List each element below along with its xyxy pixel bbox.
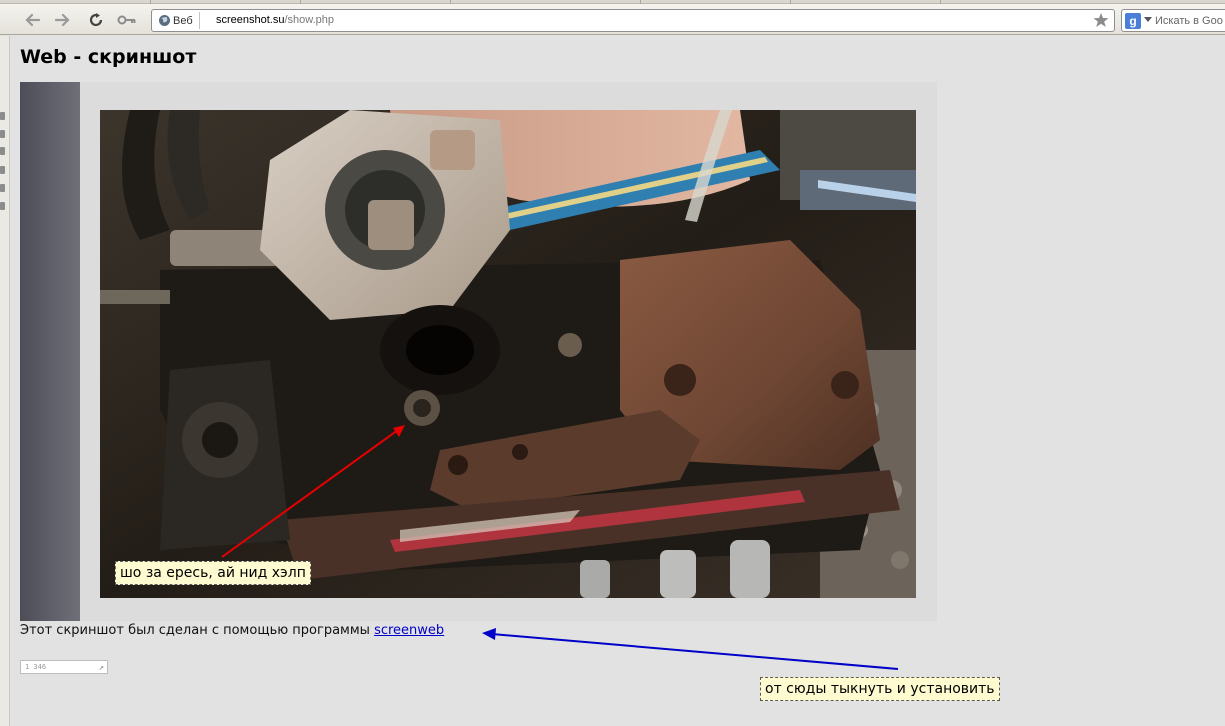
url-text[interactable]: screenshot.su/show.php: [216, 14, 334, 26]
screenshot-frame: [20, 82, 937, 621]
url-path: /show.php: [284, 14, 335, 26]
credit-line: Этот скриншот был сделан с помощью прогр…: [20, 623, 444, 638]
sidebar-icon[interactable]: [0, 147, 5, 155]
sidebar-edge: [0, 36, 10, 726]
photo-callout-label: шо за ересь, ай нид хэлп: [115, 561, 311, 585]
counter-value: 1 346: [25, 663, 47, 671]
reload-icon: [89, 13, 103, 27]
counter-arrow-icon: ↗: [98, 663, 104, 673]
back-arrow-icon: [25, 13, 40, 27]
search-placeholder: Искать в Goo: [1155, 15, 1223, 27]
visit-counter[interactable]: 1 346 ↗: [20, 660, 108, 674]
sidebar-icon[interactable]: [0, 202, 5, 210]
bookmark-star-icon[interactable]: [1093, 12, 1109, 28]
navigation-toolbar: Веб screenshot.su/show.php g Искать в Go…: [0, 4, 1225, 35]
credit-text: Этот скриншот был сделан с помощью прогр…: [20, 623, 375, 638]
engine-dropdown-icon[interactable]: [1144, 17, 1152, 22]
sidebar-icon[interactable]: [0, 166, 5, 174]
search-box[interactable]: g Искать в Goo: [1121, 9, 1225, 32]
engine-photo: [100, 110, 916, 598]
page-title: Web - скриншот: [20, 46, 197, 68]
address-bar[interactable]: Веб screenshot.su/show.php: [151, 9, 1115, 32]
link-callout-label: от сюды тыкнуть и установить: [760, 677, 1000, 701]
key-icon: [117, 15, 136, 25]
back-button[interactable]: [21, 9, 43, 31]
engine-photo-illustration: [100, 110, 916, 598]
forward-button[interactable]: [52, 9, 74, 31]
search-engine-icon[interactable]: g: [1125, 13, 1141, 29]
sidebar-icon[interactable]: [0, 184, 5, 192]
globe-icon: [159, 15, 170, 26]
screenweb-link[interactable]: screenweb: [374, 623, 444, 638]
sidebar-icon[interactable]: [0, 130, 5, 138]
url-host: screenshot.su: [216, 14, 285, 26]
site-label: Веб: [173, 14, 193, 27]
blue-arrow: [482, 628, 899, 670]
frame-shadow: [20, 82, 80, 621]
sidebar-icon[interactable]: [0, 112, 5, 120]
site-identity-chip[interactable]: Веб: [155, 12, 200, 29]
forward-arrow-icon: [55, 13, 70, 27]
reload-button[interactable]: [85, 9, 107, 31]
key-button[interactable]: [116, 9, 138, 31]
